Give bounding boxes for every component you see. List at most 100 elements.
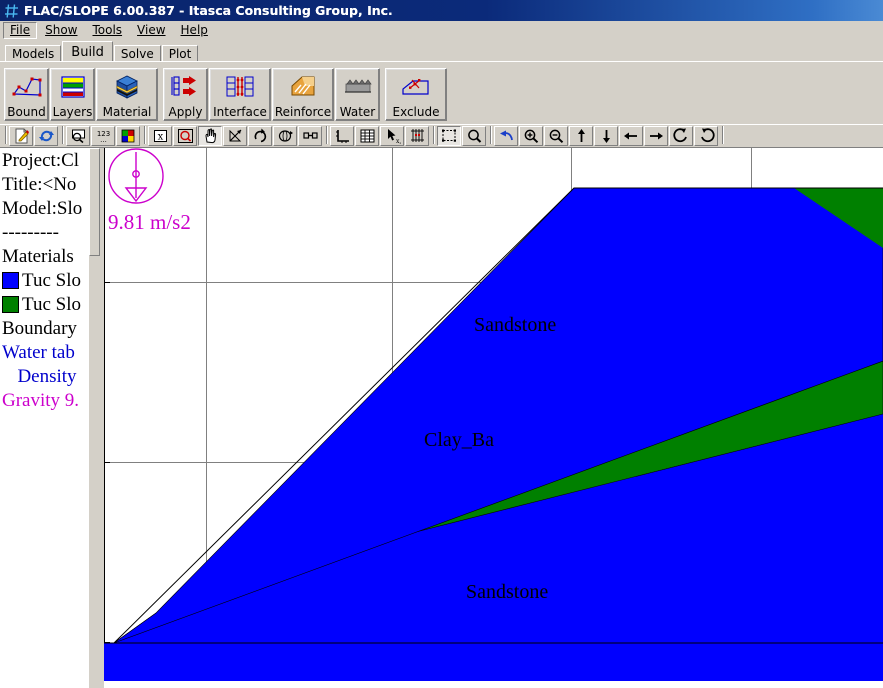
- material-label-sandstone-upper: Sandstone: [474, 314, 557, 336]
- snap-grid-icon[interactable]: [405, 126, 429, 146]
- work-area: Project:Cl Title:<No Model:Slo ---------…: [0, 148, 883, 688]
- legend-row-divider: ---------: [2, 221, 100, 245]
- magnifier-icon[interactable]: [462, 126, 486, 146]
- icon-toolbar-separator-0: [2, 126, 9, 146]
- pan-hand-icon[interactable]: [198, 126, 222, 146]
- rotate-cw-icon[interactable]: [248, 126, 272, 146]
- icon-toolbar-separator-5: [487, 126, 494, 146]
- pointer-xy-icon[interactable]: x,y: [380, 126, 404, 146]
- model-plot-view[interactable]: 2 1 0 9.81 m/s2 Sandstone Clay_Ba Sandst…: [104, 148, 883, 688]
- link-nodes-icon[interactable]: [298, 126, 322, 146]
- tab-models[interactable]: Models: [5, 45, 62, 61]
- material-block-icon: [97, 69, 157, 106]
- new-file-icon[interactable]: [9, 126, 33, 146]
- legend-row-watertable: Water tab: [2, 341, 100, 365]
- gravity-value-label: 9.81 m/s2: [108, 210, 191, 234]
- legend-model-text: Model:Slo: [2, 198, 83, 219]
- icon-toolbar-separator-4: [430, 126, 437, 146]
- tab-strip: Models Build Solve Plot: [0, 41, 883, 61]
- zoom-select-icon[interactable]: [173, 126, 197, 146]
- legend-swatch-green: [2, 296, 19, 313]
- tab-solve[interactable]: Solve: [113, 45, 161, 61]
- legend-material-blue-text: Tuc Slo: [22, 270, 81, 291]
- scale-arrow-icon[interactable]: [223, 126, 247, 146]
- legend-row-material-blue: Tuc Slo: [2, 269, 100, 293]
- legend-title-text: Title:<No: [2, 174, 77, 195]
- legend-swatch-blue: [2, 272, 19, 289]
- window-title: FLAC/SLOPE 6.00.387 - Itasca Consulting …: [24, 3, 393, 18]
- legend-density-text: Density: [17, 366, 77, 387]
- water-button-label: Water: [339, 104, 376, 119]
- legend-watertable-text: Water tab: [2, 342, 75, 363]
- menu-help[interactable]: Help: [174, 22, 215, 39]
- svg-text:x: x: [157, 132, 163, 143]
- undo-arrow-icon[interactable]: [494, 126, 518, 146]
- exclude-button[interactable]: Exclude: [385, 67, 447, 121]
- exclude-region-icon: [386, 69, 446, 106]
- material-button[interactable]: Material: [96, 67, 158, 121]
- rotate-left-icon[interactable]: [694, 126, 718, 146]
- view-toolbar: 123... x x: [0, 124, 883, 148]
- legend-divider-text: ---------: [2, 222, 59, 243]
- zoom-in-icon[interactable]: [519, 126, 543, 146]
- bound-button-label: Bound: [7, 104, 46, 119]
- legend-row-density: Density: [2, 365, 100, 389]
- bound-button[interactable]: Bound: [4, 67, 49, 121]
- icon-toolbar-separator-3: [323, 126, 330, 146]
- interface-grid-icon: [210, 69, 270, 106]
- apply-button[interactable]: Apply: [163, 67, 208, 121]
- layers-button-label: Layers: [52, 104, 93, 119]
- legend-material-green-text: Tuc Slo: [22, 294, 81, 315]
- menu-view-label: View: [137, 23, 166, 37]
- menu-file[interactable]: File: [3, 22, 38, 39]
- menu-tools-label: Tools: [92, 23, 123, 37]
- zoom-out-icon[interactable]: [544, 126, 568, 146]
- color-palette-icon[interactable]: [116, 126, 140, 146]
- legend-row-boundary: Boundary: [2, 317, 100, 341]
- legend-materials-text: Materials: [2, 246, 74, 267]
- gravity-indicator-icon: [108, 148, 164, 204]
- layers-button[interactable]: Layers: [50, 67, 95, 121]
- refresh-icon[interactable]: [34, 126, 58, 146]
- magnifier-box-icon[interactable]: [66, 126, 90, 146]
- menu-help-label: Help: [180, 23, 208, 37]
- layers-stack-icon: [51, 69, 94, 106]
- water-button[interactable]: Water: [335, 67, 380, 121]
- tab-build[interactable]: Build: [62, 41, 113, 61]
- legend-scrollbar-thumb[interactable]: [89, 148, 100, 256]
- material-label-clay: Clay_Ba: [424, 429, 494, 451]
- arrow-left-icon[interactable]: [619, 126, 643, 146]
- tab-plot[interactable]: Plot: [161, 45, 199, 61]
- legend-row-gravity: Gravity 9.: [2, 389, 100, 413]
- reinforce-slope-icon: [273, 69, 333, 106]
- menu-show-label: Show: [45, 23, 78, 37]
- rotate-view-icon[interactable]: [273, 126, 297, 146]
- legend-row-model: Model:Slo: [2, 197, 100, 221]
- legend-row-title: Title:<No: [2, 173, 100, 197]
- legend-scrollbar[interactable]: ▲: [88, 148, 100, 688]
- build-toolbar: Bound Layers Material Apply Interface Re…: [0, 61, 883, 124]
- delete-x-icon[interactable]: x: [148, 126, 172, 146]
- interface-button[interactable]: Interface: [209, 67, 271, 121]
- grid-table-icon[interactable]: [355, 126, 379, 146]
- legend-row-materials: Materials: [2, 245, 100, 269]
- material-label-sandstone-lower: Sandstone: [466, 581, 549, 603]
- menu-view[interactable]: View: [130, 22, 172, 39]
- menu-tools[interactable]: Tools: [85, 22, 129, 39]
- apply-arrows-icon: [164, 69, 207, 106]
- icon-toolbar-separator-1: [59, 126, 66, 146]
- rotate-right-icon[interactable]: [669, 126, 693, 146]
- marquee-select-icon[interactable]: [437, 126, 461, 146]
- flac-slope-window: FLAC/SLOPE 6.00.387 - Itasca Consulting …: [0, 0, 883, 688]
- axes-icon[interactable]: [330, 126, 354, 146]
- legend-row-project: Project:Cl: [2, 149, 100, 173]
- arrow-up-icon[interactable]: [569, 126, 593, 146]
- exclude-button-label: Exclude: [392, 104, 440, 119]
- numbers-123-icon[interactable]: 123...: [91, 126, 115, 146]
- arrow-down-icon[interactable]: [594, 126, 618, 146]
- menu-show[interactable]: Show: [38, 22, 84, 39]
- svg-text:x,y: x,y: [396, 138, 401, 144]
- reinforce-button[interactable]: Reinforce: [272, 67, 334, 121]
- legend-boundary-text: Boundary: [2, 318, 77, 339]
- arrow-right-icon[interactable]: [644, 126, 668, 146]
